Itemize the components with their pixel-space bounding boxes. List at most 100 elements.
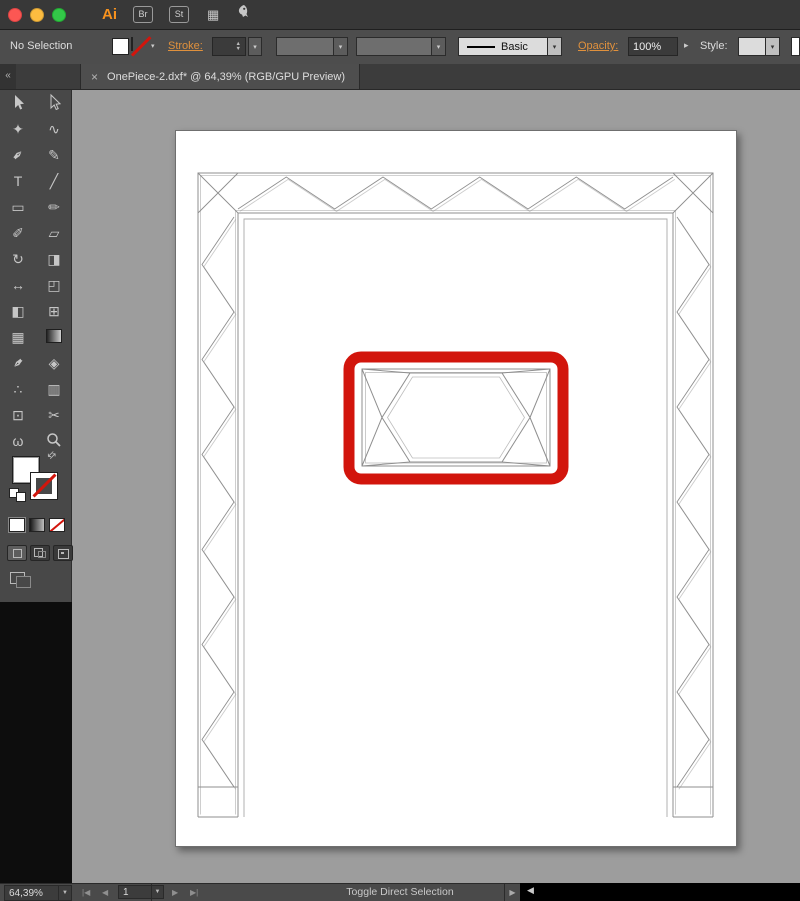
collapse-panel-button[interactable]: « — [0, 64, 16, 89]
shape-builder-tool[interactable]: ◧ — [0, 298, 36, 324]
zoom-tool[interactable] — [36, 428, 72, 454]
next-artboard-button[interactable]: ▶ — [172, 884, 178, 901]
width-tool-icon: ↔ — [11, 277, 25, 293]
free-transform-tool-icon: ◰ — [47, 277, 61, 293]
document-tab-title: OnePiece-2.dxf* @ 64,39% (RGB/GPU Previe… — [107, 70, 345, 83]
color-button[interactable] — [8, 517, 26, 533]
line-style-value: Basic — [501, 40, 528, 53]
curvature-tool[interactable]: ✎ — [36, 142, 72, 168]
hand-tool[interactable]: ω — [0, 428, 36, 454]
mesh-tool[interactable]: ▦ — [0, 324, 36, 350]
stroke-weight-dropdown[interactable]: ▾ — [248, 37, 262, 56]
column-graph-tool[interactable]: ▥ — [36, 376, 72, 402]
gradient-tool-icon — [46, 329, 62, 345]
selection-tool[interactable] — [0, 90, 36, 116]
artboard-tool[interactable]: ⊡ — [0, 402, 36, 428]
paintbrush-tool[interactable]: ✏ — [36, 194, 72, 220]
red-panel-artwork[interactable] — [343, 351, 569, 485]
color-mode-row — [8, 517, 65, 533]
status-flyout-button[interactable]: ▶ — [504, 884, 520, 901]
draw-modes-row — [7, 545, 73, 561]
blend-tool[interactable]: ◈ — [36, 350, 72, 376]
truss-frame-artwork[interactable] — [197, 172, 714, 818]
swatch-dropdown-icon[interactable]: ▾ — [151, 42, 155, 50]
arrange-documents-icon[interactable]: ▦ — [207, 8, 219, 21]
stroke-panel-link[interactable]: Stroke: — [168, 40, 203, 52]
graphic-style-dropdown[interactable]: ▾ — [738, 37, 780, 56]
previous-artboard-button[interactable]: ◀ — [102, 884, 108, 901]
minimize-window-button[interactable] — [30, 7, 44, 22]
tab-close-icon[interactable]: × — [91, 70, 98, 84]
pen-tool-icon: ✒ — [8, 145, 28, 165]
selection-status: No Selection — [10, 40, 73, 52]
fill-color-swatch[interactable] — [112, 38, 129, 55]
gradient-tool[interactable] — [36, 324, 72, 350]
last-artboard-button[interactable]: ▶| — [190, 884, 198, 901]
selection-tool-icon — [9, 93, 27, 113]
magic-wand-tool[interactable]: ✦ — [0, 116, 36, 142]
stepper-arrows-icon[interactable]: ▲ ▼ — [236, 41, 241, 52]
stroke-indicator-swatch[interactable] — [30, 472, 58, 500]
first-artboard-button[interactable]: |◀ — [82, 884, 90, 901]
close-window-button[interactable] — [8, 7, 22, 22]
brush-definition-dropdown[interactable]: ▾ — [356, 37, 446, 56]
none-button[interactable] — [49, 518, 65, 532]
slice-tool[interactable]: ✂ — [36, 402, 72, 428]
style-label: Style: — [700, 40, 728, 52]
tool-grid: ✦ ∿ ✒ ✎ T ╱ ▭ ✏ ✐ ▱ ↻ ◨ ↔ ◰ ◧ ⊞ ▦ ✒ ◈ ∴ ▥ ⊡ ✂ ω — [0, 90, 71, 454]
shaper-tool[interactable]: ✐ — [0, 220, 36, 246]
zoom-level-dropdown[interactable]: 64,39% ▼ — [4, 884, 72, 901]
go-to-bridge-button[interactable]: Br — [133, 6, 153, 23]
default-fill-stroke-icon[interactable] — [9, 485, 26, 503]
eraser-tool[interactable]: ▱ — [36, 220, 72, 246]
shaper-tool-icon: ✐ — [12, 225, 24, 241]
stroke-color-swatch[interactable] — [131, 37, 133, 51]
illustrator-logo: Ai — [102, 6, 117, 23]
perspective-grid-tool[interactable]: ⊞ — [36, 298, 72, 324]
opacity-input[interactable]: 100% — [628, 37, 678, 56]
type-tool[interactable]: T — [0, 168, 36, 194]
paintbrush-tool-icon: ✏ — [48, 199, 60, 215]
zoom-level-value: 64,39% — [9, 887, 43, 899]
column-graph-tool-icon: ▥ — [47, 381, 61, 397]
cropped-control-button[interactable] — [791, 37, 800, 56]
draw-behind-button[interactable] — [30, 545, 50, 561]
chevron-down-icon: ▾ — [249, 38, 261, 55]
status-bar: 64,39% ▼ |◀ ◀ 1 ▼ ▶ ▶| Toggle Direct Sel… — [0, 883, 520, 901]
line-preview-icon — [467, 45, 495, 48]
stroke-weight-stepper[interactable]: ▲ ▼ — [212, 37, 246, 56]
artwork-svg[interactable] — [176, 131, 736, 846]
canvas[interactable] — [73, 90, 800, 883]
variable-width-dropdown[interactable]: ▾ — [276, 37, 348, 56]
adobe-stock-button[interactable]: St — [169, 6, 189, 23]
fullscreen-window-button[interactable] — [52, 7, 66, 22]
pen-tool[interactable]: ✒ — [0, 142, 36, 168]
line-style-dropdown[interactable]: Basic ▾ — [458, 37, 562, 56]
eyedropper-tool[interactable]: ✒ — [0, 350, 36, 376]
artboard-navigation-dropdown[interactable]: 1 ▼ — [118, 883, 164, 901]
gpu-performance-icon[interactable] — [235, 4, 251, 25]
chevron-down-icon: ▾ — [333, 38, 347, 55]
opacity-flyout-icon[interactable]: ▸ — [684, 40, 689, 51]
artboard-number-value: 1 — [123, 886, 129, 898]
screen-mode-button[interactable] — [10, 572, 31, 588]
rectangle-tool[interactable]: ▭ — [0, 194, 36, 220]
document-tab[interactable]: × OnePiece-2.dxf* @ 64,39% (RGB/GPU Prev… — [80, 64, 360, 89]
shape-builder-tool-icon: ◧ — [11, 303, 25, 319]
zoom-tool-icon — [45, 431, 63, 451]
direct-selection-tool[interactable] — [36, 90, 72, 116]
draw-inside-button[interactable] — [53, 545, 73, 561]
artboard[interactable] — [175, 130, 737, 847]
scale-tool[interactable]: ◨ — [36, 246, 72, 272]
expand-panel-icon[interactable]: ◀ — [527, 885, 534, 896]
rotate-tool[interactable]: ↻ — [0, 246, 36, 272]
symbol-sprayer-tool[interactable]: ∴ — [0, 376, 36, 402]
opacity-panel-link[interactable]: Opacity: — [578, 40, 618, 52]
eyedropper-tool-icon: ✒ — [8, 353, 28, 373]
draw-normal-button[interactable] — [7, 545, 27, 561]
line-segment-tool[interactable]: ╱ — [36, 168, 72, 194]
width-tool[interactable]: ↔ — [0, 272, 36, 298]
free-transform-tool[interactable]: ◰ — [36, 272, 72, 298]
lasso-tool[interactable]: ∿ — [36, 116, 72, 142]
gradient-button[interactable] — [29, 518, 45, 532]
